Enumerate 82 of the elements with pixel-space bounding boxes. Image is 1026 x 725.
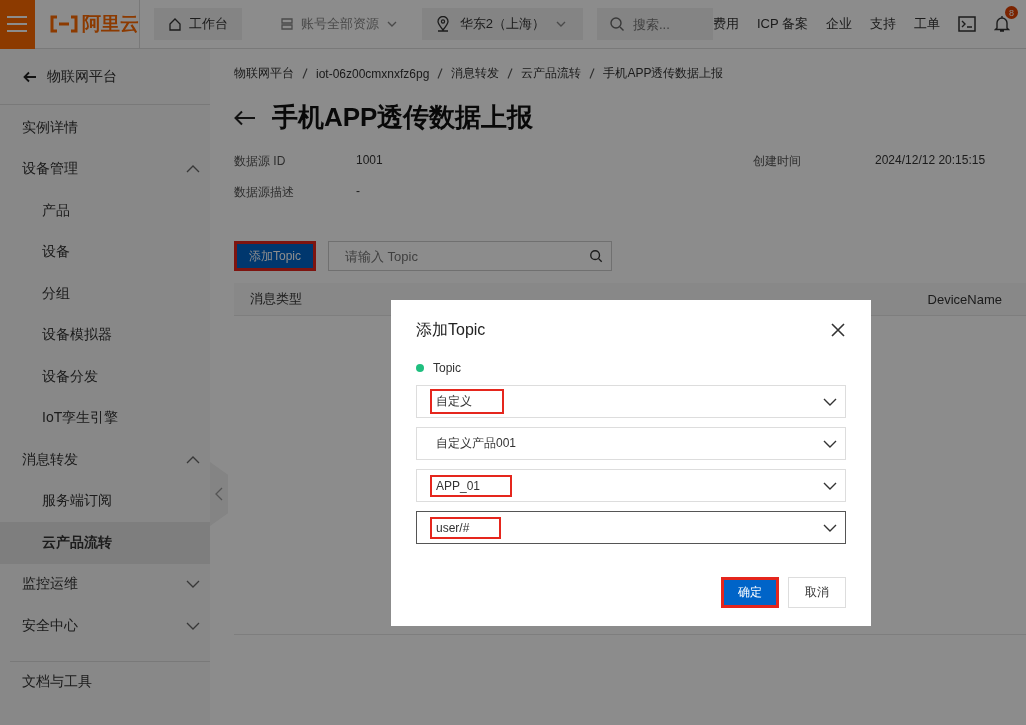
sidebar-item[interactable]: 服务端订阅 xyxy=(0,480,210,522)
sidebar-item[interactable]: 分组 xyxy=(0,273,210,315)
chevron-up-icon xyxy=(186,165,200,174)
breadcrumb-link[interactable]: 手机APP透传数据上报 xyxy=(603,65,724,82)
chevron-down-icon xyxy=(186,621,200,630)
chevron-down-icon xyxy=(554,20,567,28)
logo-icon xyxy=(48,15,79,33)
sidebar-item[interactable]: 云产品流转 xyxy=(0,522,210,564)
status-dot xyxy=(416,364,424,372)
menu-icon xyxy=(6,15,29,33)
sidebar-item[interactable]: IoT孪生引擎 xyxy=(0,397,210,439)
close-icon[interactable] xyxy=(830,322,846,338)
bell-icon[interactable] xyxy=(994,15,1010,33)
sidebar-item[interactable]: 设备管理 xyxy=(0,148,210,190)
location-icon xyxy=(435,16,450,32)
field-label: Topic xyxy=(433,361,461,375)
chevron-down-icon xyxy=(823,397,837,406)
detail-value: 1001 xyxy=(356,153,384,169)
terminal-icon[interactable] xyxy=(958,16,976,32)
nav-link[interactable]: 工单 xyxy=(914,15,940,33)
select-field[interactable]: APP_01 xyxy=(416,469,846,502)
confirm-button[interactable]: 确定 xyxy=(721,577,779,608)
back-arrow-icon xyxy=(23,70,37,83)
notification-badge: 8 xyxy=(1005,6,1018,19)
breadcrumb-link[interactable]: 云产品流转 xyxy=(521,65,582,82)
sidebar-item[interactable]: 设备 xyxy=(0,231,210,273)
back-link[interactable]: 物联网平台 xyxy=(0,49,210,105)
nav-item[interactable]: 工作台 xyxy=(153,8,242,40)
search-field[interactable]: 请输入 Topic xyxy=(328,241,612,271)
sidebar-item[interactable]: 设备模拟器 xyxy=(0,314,210,356)
search-field[interactable]: 搜索... xyxy=(596,8,713,40)
logo-text: 阿里云 xyxy=(81,12,139,36)
detail-label: 创建时间 xyxy=(753,153,802,170)
dialog-title: 添加Topic xyxy=(416,319,486,340)
cancel-button[interactable]: 取消 xyxy=(788,577,846,608)
select-value: 自定义 xyxy=(430,389,504,414)
select-value: user/# xyxy=(430,516,502,539)
select-field[interactable]: 自定义产品001 xyxy=(416,427,846,460)
sidebar-item[interactable]: 设备分发 xyxy=(0,356,210,398)
nav-item[interactable]: 账号全部资源 xyxy=(265,8,412,40)
separator-icon xyxy=(589,68,596,79)
chevron-down-icon xyxy=(385,20,398,28)
detail-value: - xyxy=(356,184,361,200)
sidebar-item[interactable]: 安全中心 xyxy=(0,605,210,647)
column-header: 消息类型 xyxy=(250,290,302,308)
nav-link[interactable]: 费用 xyxy=(712,15,739,33)
separator-icon xyxy=(507,68,514,79)
add-topic-button[interactable]: 添加Topic xyxy=(234,241,316,271)
select-field[interactable]: user/# xyxy=(416,511,846,544)
chevron-down-icon xyxy=(823,523,837,532)
search-icon xyxy=(589,249,603,263)
chevron-up-icon xyxy=(186,455,200,464)
nav-link[interactable]: 企业 xyxy=(826,15,852,33)
separator-icon xyxy=(437,68,444,79)
search-icon xyxy=(608,16,625,32)
sidebar-item[interactable]: 产品 xyxy=(0,190,210,232)
nav-link[interactable]: 支持 xyxy=(870,15,896,33)
detail-label: 数据源 ID xyxy=(234,153,287,170)
sidebar-item[interactable]: 监控运维 xyxy=(0,563,210,605)
chevron-down-icon xyxy=(823,439,837,448)
home-icon xyxy=(167,17,182,31)
sidebar-item[interactable]: 文档与工具 xyxy=(10,661,210,703)
detail-value: 2024/12/12 20:15:15 xyxy=(875,153,987,169)
column-header: DeviceName xyxy=(927,291,1002,307)
breadcrumb-link[interactable]: 物联网平台 xyxy=(234,65,294,82)
stack-icon xyxy=(279,17,294,31)
back-arrow-icon[interactable] xyxy=(234,109,256,126)
sidebar-item[interactable]: 实例详情 xyxy=(0,107,210,149)
select-field[interactable]: 自定义 xyxy=(416,385,846,418)
breadcrumb-link[interactable]: iot-06z00cmxnxfz6pg xyxy=(316,66,430,81)
separator-icon xyxy=(302,68,308,79)
nav-link[interactable]: ICP 备案 xyxy=(756,15,808,33)
region-selector[interactable]: 华东2（上海） xyxy=(421,8,583,40)
sidebar-item[interactable]: 消息转发 xyxy=(0,439,210,481)
page-title: 手机APP透传数据上报 xyxy=(272,101,534,134)
chevron-down-icon xyxy=(823,481,837,490)
detail-label: 数据源描述 xyxy=(234,184,295,201)
chevron-left-icon xyxy=(215,487,223,501)
chevron-down-icon xyxy=(186,580,200,589)
select-value: 自定义产品001 xyxy=(435,435,518,452)
breadcrumb-link[interactable]: 消息转发 xyxy=(451,65,500,82)
select-value: APP_01 xyxy=(430,474,513,497)
